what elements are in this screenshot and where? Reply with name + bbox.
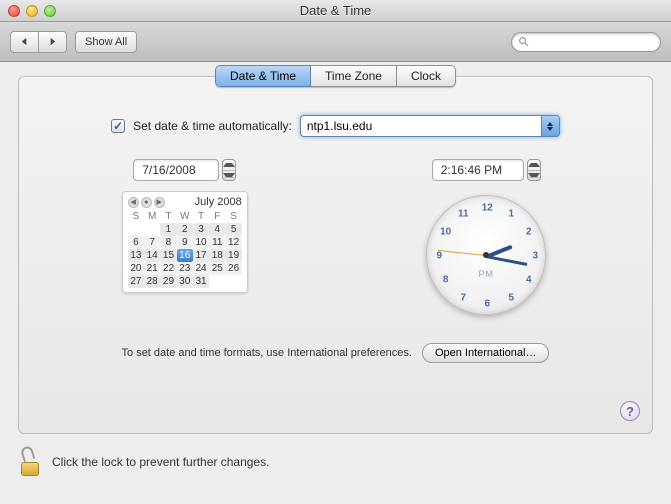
time-server-combo[interactable]: ntp1.lsu.edu <box>300 115 560 137</box>
back-button[interactable] <box>10 31 39 53</box>
calendar-day[interactable]: 8 <box>160 236 176 249</box>
clock-ampm-label: PM <box>479 269 495 279</box>
calendar-day[interactable]: 18 <box>209 249 225 262</box>
calendar-day[interactable]: 11 <box>209 236 225 249</box>
calendar-day[interactable]: 2 <box>177 223 193 236</box>
calendar-day[interactable]: 29 <box>160 275 176 288</box>
search-icon <box>518 36 529 47</box>
second-hand <box>438 250 486 256</box>
minute-hand <box>486 255 528 266</box>
auto-time-label: Set date & time automatically: <box>133 119 292 133</box>
clock-center-icon <box>483 252 489 258</box>
calendar-day[interactable]: 3 <box>193 223 209 236</box>
clock-number: 2 <box>526 227 532 238</box>
cal-prev-icon[interactable]: ◀ <box>128 197 139 208</box>
clock-number: 9 <box>436 251 442 262</box>
clock-number: 4 <box>526 275 532 286</box>
calendar-day[interactable]: 5 <box>225 223 241 236</box>
date-column: 7/16/2008 ◀ ● ▶ July 2008 SMTWTFS12 <box>49 159 321 315</box>
calendar-day <box>128 223 144 236</box>
preferences-panel: Date & Time Time Zone Clock ✓ Set date &… <box>18 76 653 434</box>
time-input[interactable]: 2:16:46 PM <box>432 159 524 181</box>
calendar-day[interactable]: 14 <box>144 249 160 262</box>
clock-number: 8 <box>443 275 449 286</box>
calendar-dow: S <box>128 210 144 223</box>
calendar-dow: T <box>160 210 176 223</box>
calendar-day <box>225 275 241 288</box>
calendar-day[interactable]: 19 <box>225 249 241 262</box>
calendar-day[interactable]: 9 <box>177 236 193 249</box>
lock-hint-text: Click the lock to prevent further change… <box>52 455 269 469</box>
calendar-day[interactable]: 10 <box>193 236 209 249</box>
international-hint-text: To set date and time formats, use Intern… <box>122 347 412 359</box>
clock-number: 10 <box>440 227 451 238</box>
combo-stepper-icon[interactable] <box>541 116 559 136</box>
lock-icon[interactable] <box>18 448 42 476</box>
calendar-day[interactable]: 24 <box>193 262 209 275</box>
calendar-dow: S <box>225 210 241 223</box>
tab-clock[interactable]: Clock <box>397 65 456 87</box>
calendar-dow: W <box>177 210 193 223</box>
time-server-value: ntp1.lsu.edu <box>307 119 372 133</box>
calendar-day[interactable]: 26 <box>225 262 241 275</box>
calendar-day <box>144 223 160 236</box>
time-stepper[interactable] <box>527 159 541 181</box>
calendar-day[interactable]: 4 <box>209 223 225 236</box>
date-stepper[interactable] <box>222 159 236 181</box>
toolbar: Show All <box>0 22 671 62</box>
clock-number: 11 <box>458 209 469 220</box>
calendar-day[interactable]: 31 <box>193 275 209 288</box>
tab-date-time[interactable]: Date & Time <box>215 65 311 87</box>
cal-today-icon[interactable]: ● <box>141 197 152 208</box>
tab-time-zone[interactable]: Time Zone <box>311 65 397 87</box>
analog-clock[interactable]: PM 121234567891011 <box>426 195 546 315</box>
calendar-day[interactable]: 30 <box>177 275 193 288</box>
calendar-day[interactable]: 27 <box>128 275 144 288</box>
calendar-dow: T <box>193 210 209 223</box>
calendar-day <box>209 275 225 288</box>
calendar-month-label: July 2008 <box>195 196 242 208</box>
window-titlebar: Date & Time <box>0 0 671 22</box>
calendar-day[interactable]: 12 <box>225 236 241 249</box>
calendar-day[interactable]: 22 <box>160 262 176 275</box>
calendar-day[interactable]: 28 <box>144 275 160 288</box>
clock-number: 6 <box>484 299 490 310</box>
clock-number: 5 <box>508 292 514 303</box>
calendar-dow: F <box>209 210 225 223</box>
clock-number: 7 <box>460 292 466 303</box>
clock-number: 3 <box>532 251 538 262</box>
calendar-day[interactable]: 16 <box>177 249 193 262</box>
calendar-day[interactable]: 23 <box>177 262 193 275</box>
calendar-day[interactable]: 25 <box>209 262 225 275</box>
tab-bar: Date & Time Time Zone Clock <box>19 65 652 87</box>
show-all-button[interactable]: Show All <box>75 31 137 53</box>
clock-number: 1 <box>508 209 514 220</box>
forward-button[interactable] <box>39 31 67 53</box>
open-international-button[interactable]: Open International… <box>422 343 550 363</box>
clock-number: 12 <box>482 203 493 214</box>
help-button[interactable]: ? <box>620 401 640 421</box>
time-column: 2:16:46 PM PM 121234567891011 <box>351 159 623 315</box>
window-title: Date & Time <box>0 3 671 18</box>
calendar[interactable]: ◀ ● ▶ July 2008 SMTWTFS12345678910111213… <box>122 191 248 293</box>
nav-segment <box>10 31 67 53</box>
calendar-nav[interactable]: ◀ ● ▶ <box>128 197 165 208</box>
calendar-dow: M <box>144 210 160 223</box>
calendar-day[interactable]: 21 <box>144 262 160 275</box>
calendar-day[interactable]: 13 <box>128 249 144 262</box>
cal-next-icon[interactable]: ▶ <box>154 197 165 208</box>
calendar-day[interactable]: 1 <box>160 223 176 236</box>
calendar-day[interactable]: 15 <box>160 249 176 262</box>
auto-time-checkbox[interactable]: ✓ <box>111 119 125 133</box>
calendar-day[interactable]: 6 <box>128 236 144 249</box>
calendar-day[interactable]: 20 <box>128 262 144 275</box>
date-input[interactable]: 7/16/2008 <box>133 159 219 181</box>
calendar-day[interactable]: 17 <box>193 249 209 262</box>
search-field[interactable] <box>511 32 661 52</box>
calendar-day[interactable]: 7 <box>144 236 160 249</box>
